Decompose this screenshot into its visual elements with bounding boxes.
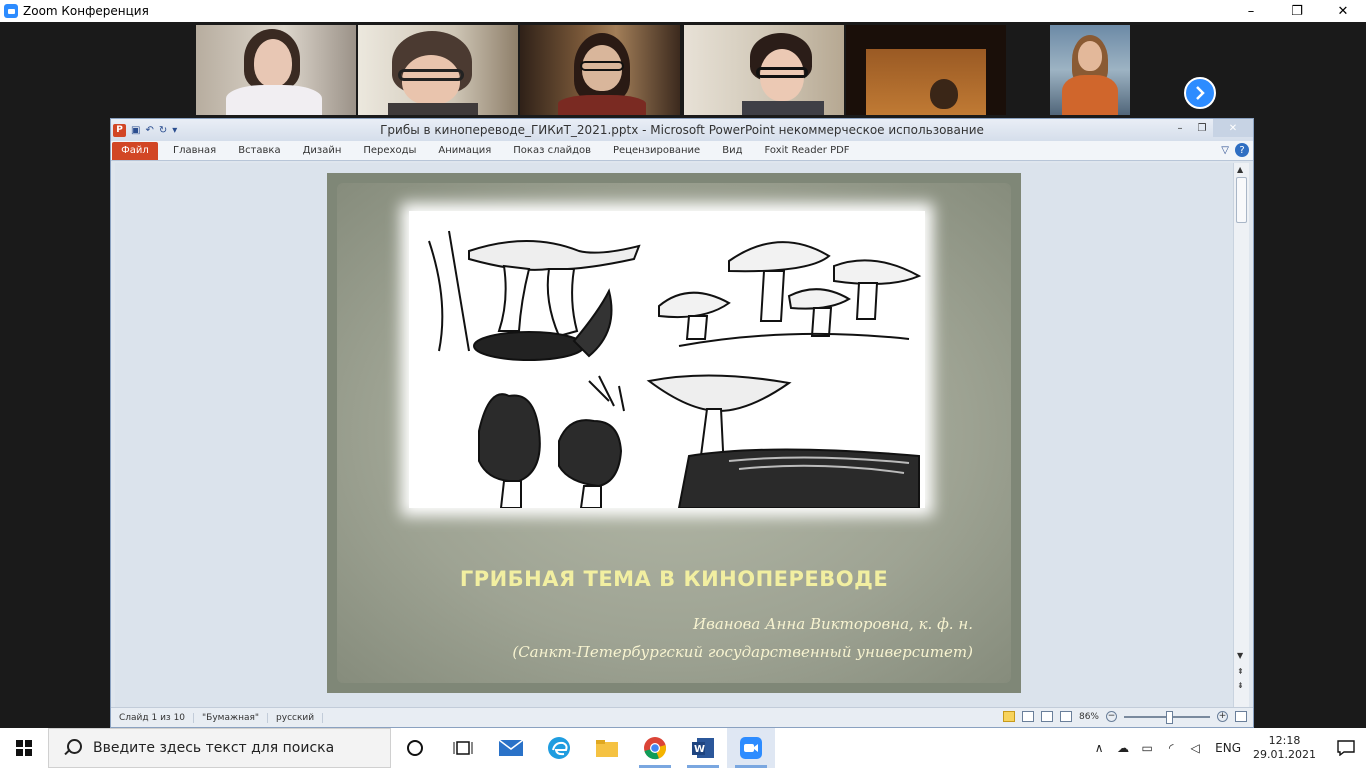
tab-file[interactable]: Файл <box>112 141 158 160</box>
zoom-level[interactable]: 86% <box>1079 712 1099 722</box>
slide-sorter-view-icon[interactable] <box>1021 711 1034 722</box>
participant-gallery <box>0 22 1366 118</box>
windows-logo-icon <box>16 740 32 756</box>
taskbar-search-box[interactable]: Введите здесь текст для поиска <box>48 728 391 768</box>
zoom-window-controls: – ❐ ✕ <box>1228 0 1366 22</box>
scroll-up-icon[interactable]: ▲ <box>1237 165 1243 174</box>
zoom-out-icon[interactable]: − <box>1106 711 1117 722</box>
ppt-minimize-button[interactable]: – <box>1169 119 1191 137</box>
taskbar-word[interactable]: W <box>679 728 727 768</box>
participant-video-tile-active[interactable] <box>520 25 680 115</box>
chevron-right-icon <box>1196 86 1205 100</box>
close-button[interactable]: ✕ <box>1320 0 1366 22</box>
view-controls: 86% − + <box>1002 710 1247 724</box>
participant-video-tile[interactable] <box>684 25 844 115</box>
next-page-button[interactable] <box>1184 77 1216 109</box>
powerpoint-window: P ▣ ↶ ↻ ▾ Грибы в кинопереводе_ГИКиТ_202… <box>110 118 1254 728</box>
minimize-button[interactable]: – <box>1228 0 1274 22</box>
start-button[interactable] <box>0 728 48 768</box>
svg-text:W: W <box>694 744 705 755</box>
previous-slide-icon[interactable]: ⇞ <box>1237 667 1244 676</box>
powerpoint-window-controls: – ❐ ✕ <box>1169 119 1253 137</box>
folder-icon <box>596 740 618 757</box>
ppt-restore-button[interactable]: ❐ <box>1191 119 1213 137</box>
status-bar: Слайд 1 из 10 "Бумажная" русский 86% − + <box>111 707 1253 727</box>
participant-video-tile[interactable] <box>1050 25 1130 115</box>
tab-slideshow[interactable]: Показ слайдов <box>502 145 602 156</box>
tab-view[interactable]: Вид <box>711 145 753 156</box>
zoom-slider[interactable] <box>1124 710 1210 724</box>
taskbar-chrome[interactable] <box>631 728 679 768</box>
slide-canvas[interactable]: ГРИБНАЯ ТЕМА В КИНОПЕРЕВОДЕ Иванова Анна… <box>327 173 1021 693</box>
tab-insert[interactable]: Вставка <box>227 145 291 156</box>
powerpoint-titlebar: P ▣ ↶ ↻ ▾ Грибы в кинопереводе_ГИКиТ_202… <box>111 119 1253 141</box>
participant-video-tile[interactable] <box>358 25 518 115</box>
slideshow-view-icon[interactable] <box>1059 711 1072 722</box>
participant-video-tile[interactable] <box>846 25 1006 115</box>
fit-to-window-icon[interactable] <box>1235 711 1247 722</box>
cortana-button[interactable] <box>391 728 439 768</box>
battery-icon[interactable]: ▭ <box>1135 741 1159 755</box>
zoom-logo-icon <box>4 4 18 18</box>
taskbar-mail[interactable] <box>487 728 535 768</box>
normal-view-icon[interactable] <box>1002 711 1015 722</box>
taskbar-file-explorer[interactable] <box>583 728 631 768</box>
task-view-icon <box>453 741 473 755</box>
notification-icon <box>1337 740 1355 756</box>
zoom-window-title: Zoom Конференция <box>23 4 149 18</box>
clock-date: 29.01.2021 <box>1253 748 1316 761</box>
show-hidden-icons-icon[interactable]: ∧ <box>1087 741 1111 755</box>
zoom-titlebar: Zoom Конференция – ❐ ✕ <box>0 0 1366 22</box>
slide-author[interactable]: Иванова Анна Викторовна, к. ф. н. <box>693 615 973 633</box>
tab-foxit-reader[interactable]: Foxit Reader PDF <box>754 145 861 156</box>
expand-ribbon-icon[interactable]: ▽ <box>1221 145 1229 156</box>
tab-design[interactable]: Дизайн <box>292 145 353 156</box>
maximize-button[interactable]: ❐ <box>1274 0 1320 22</box>
help-icon[interactable]: ? <box>1235 143 1249 157</box>
slide-editing-area[interactable]: ГРИБНАЯ ТЕМА В КИНОПЕРЕВОДЕ Иванова Анна… <box>115 163 1233 709</box>
participant-video-tile[interactable] <box>196 25 356 115</box>
system-clock[interactable]: 12:18 29.01.2021 <box>1253 734 1316 762</box>
edge-icon <box>548 737 570 759</box>
document-title: Грибы в кинопереводе_ГИКиТ_2021.pptx - M… <box>380 123 984 137</box>
language-indicator[interactable]: русский <box>268 712 324 723</box>
system-tray: ∧ ☁ ▭ ◜ ◁ ENG 12:18 29.01.2021 <box>1087 728 1366 768</box>
clock-time: 12:18 <box>1268 734 1301 747</box>
ppt-close-button[interactable]: ✕ <box>1213 119 1253 137</box>
tab-animations[interactable]: Анимация <box>427 145 502 156</box>
ribbon-tabs: Файл Главная Вставка Дизайн Переходы Ани… <box>111 141 1253 161</box>
slide-counter: Слайд 1 из 10 <box>111 712 195 723</box>
chrome-icon <box>644 737 666 760</box>
mail-icon <box>498 739 524 756</box>
action-center-button[interactable] <box>1326 740 1366 756</box>
tab-transitions[interactable]: Переходы <box>352 145 427 156</box>
ribbon-right-controls: ▽ ? <box>1221 143 1249 157</box>
word-icon: W <box>692 738 714 758</box>
taskbar-edge[interactable] <box>535 728 583 768</box>
scrollbar-thumb[interactable] <box>1236 177 1247 223</box>
slide-affiliation[interactable]: (Санкт-Петербургский государственный уни… <box>512 643 973 661</box>
zoom-app-icon <box>740 737 762 759</box>
search-placeholder: Введите здесь текст для поиска <box>93 740 335 756</box>
taskbar-zoom[interactable] <box>727 728 775 768</box>
next-slide-icon[interactable]: ⇟ <box>1237 681 1244 690</box>
search-icon <box>63 739 82 757</box>
slide-title[interactable]: ГРИБНАЯ ТЕМА В КИНОПЕРЕВОДЕ <box>327 567 1021 591</box>
onedrive-icon[interactable]: ☁ <box>1111 741 1135 755</box>
reading-view-icon[interactable] <box>1040 711 1053 722</box>
tab-review[interactable]: Рецензирование <box>602 145 711 156</box>
wifi-icon[interactable]: ◜ <box>1159 741 1183 755</box>
scroll-down-icon[interactable]: ▼ <box>1237 651 1243 660</box>
volume-icon[interactable]: ◁ <box>1183 741 1207 755</box>
cortana-icon <box>407 740 423 756</box>
tab-home[interactable]: Главная <box>162 145 227 156</box>
theme-name: "Бумажная" <box>194 712 269 723</box>
windows-taskbar: Введите здесь текст для поиска W ∧ ☁ ▭ ◜… <box>0 728 1366 768</box>
task-view-button[interactable] <box>439 728 487 768</box>
vertical-scrollbar[interactable]: ▲ ▼ ⇞ ⇟ <box>1233 163 1249 709</box>
mushroom-illustration <box>409 211 925 509</box>
input-language[interactable]: ENG <box>1215 741 1241 755</box>
zoom-in-icon[interactable]: + <box>1217 711 1228 722</box>
